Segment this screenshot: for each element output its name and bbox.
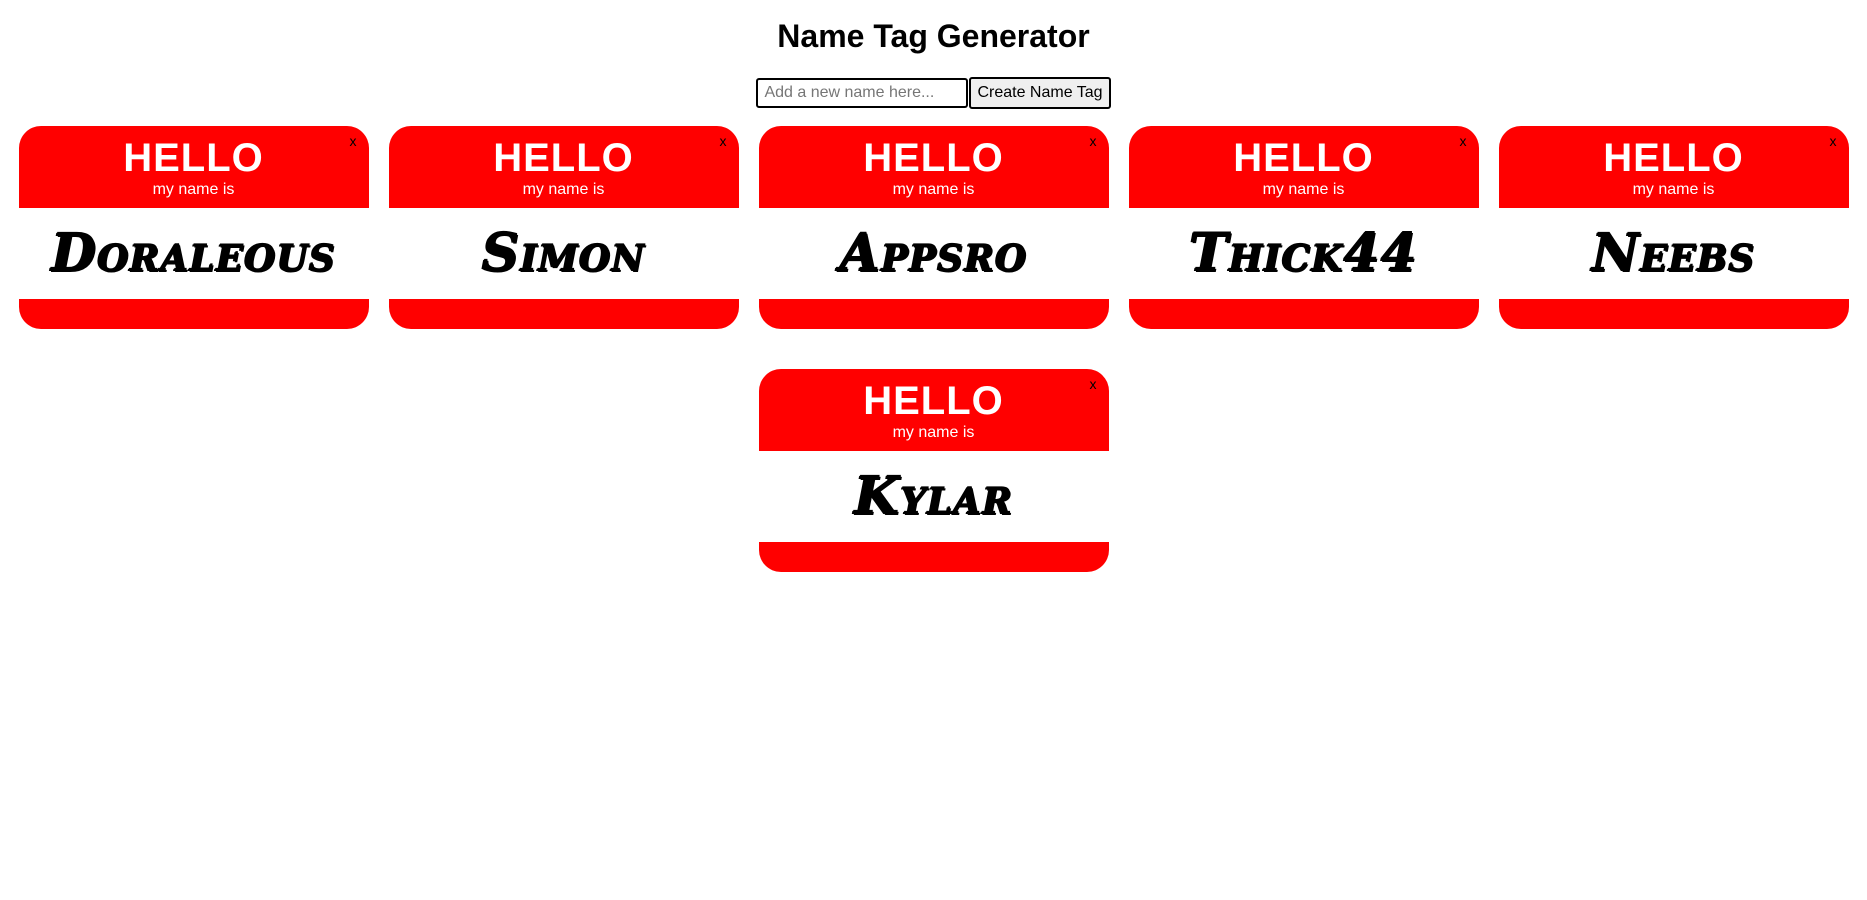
tag-name: Simon: [481, 223, 646, 284]
remove-tag-button[interactable]: x: [1830, 134, 1837, 148]
tag-header: HELLO my name is: [1129, 126, 1479, 208]
tag-name: Appsro: [839, 223, 1028, 284]
tag-header: HELLO my name is: [759, 126, 1109, 208]
tag-name-area: Doraleous: [18, 208, 369, 299]
tag-header: HELLO my name is: [389, 126, 739, 208]
remove-tag-button[interactable]: x: [1090, 377, 1097, 391]
tag-name-area: Simon: [388, 208, 739, 299]
tag-header: HELLO my name is: [1499, 126, 1849, 208]
tag-name-area: Appsro: [758, 208, 1109, 299]
tag-name: Neebs: [1591, 223, 1756, 284]
name-tag: x HELLO my name is Kylar: [758, 369, 1109, 572]
tag-header: HELLO my name is: [759, 369, 1109, 451]
create-name-tag-button[interactable]: Create Name Tag: [969, 77, 1111, 109]
tag-hello-text: HELLO: [863, 379, 1004, 423]
remove-tag-button[interactable]: x: [350, 134, 357, 148]
tag-name-area: Thick44: [1128, 208, 1479, 299]
tag-subtitle: my name is: [892, 181, 975, 198]
remove-tag-button[interactable]: x: [1090, 134, 1097, 148]
name-tag: x HELLO my name is Doraleous: [18, 126, 369, 329]
remove-tag-button[interactable]: x: [1460, 134, 1467, 148]
tag-name-area: Kylar: [758, 451, 1109, 542]
tag-subtitle: my name is: [1632, 181, 1715, 198]
tag-hello-text: HELLO: [493, 136, 634, 180]
tag-subtitle: my name is: [1262, 181, 1345, 198]
name-tag-form: Create Name Tag: [0, 76, 1867, 110]
remove-tag-button[interactable]: x: [720, 134, 727, 148]
tag-name: Doraleous: [51, 223, 336, 284]
page-title: Name Tag Generator: [777, 18, 1090, 54]
tag-hello-text: HELLO: [123, 136, 264, 180]
name-tag: x HELLO my name is Neebs: [1498, 126, 1849, 329]
tag-header: HELLO my name is: [19, 126, 369, 208]
name-tags-list: x HELLO my name is Doraleous x HELLO my …: [0, 126, 1867, 572]
name-input[interactable]: [756, 78, 969, 108]
tag-name: Kylar: [853, 466, 1014, 527]
name-tag: x HELLO my name is Thick44: [1128, 126, 1479, 329]
tag-hello-text: HELLO: [863, 136, 1004, 180]
tag-hello-text: HELLO: [1233, 136, 1374, 180]
name-tag: x HELLO my name is Appsro: [758, 126, 1109, 329]
tag-subtitle: my name is: [892, 424, 975, 441]
tag-subtitle: my name is: [152, 181, 235, 198]
tag-hello-text: HELLO: [1603, 136, 1744, 180]
tag-name: Thick44: [1189, 223, 1418, 284]
name-tag: x HELLO my name is Simon: [388, 126, 739, 329]
tag-subtitle: my name is: [522, 181, 605, 198]
tag-name-area: Neebs: [1498, 208, 1849, 299]
